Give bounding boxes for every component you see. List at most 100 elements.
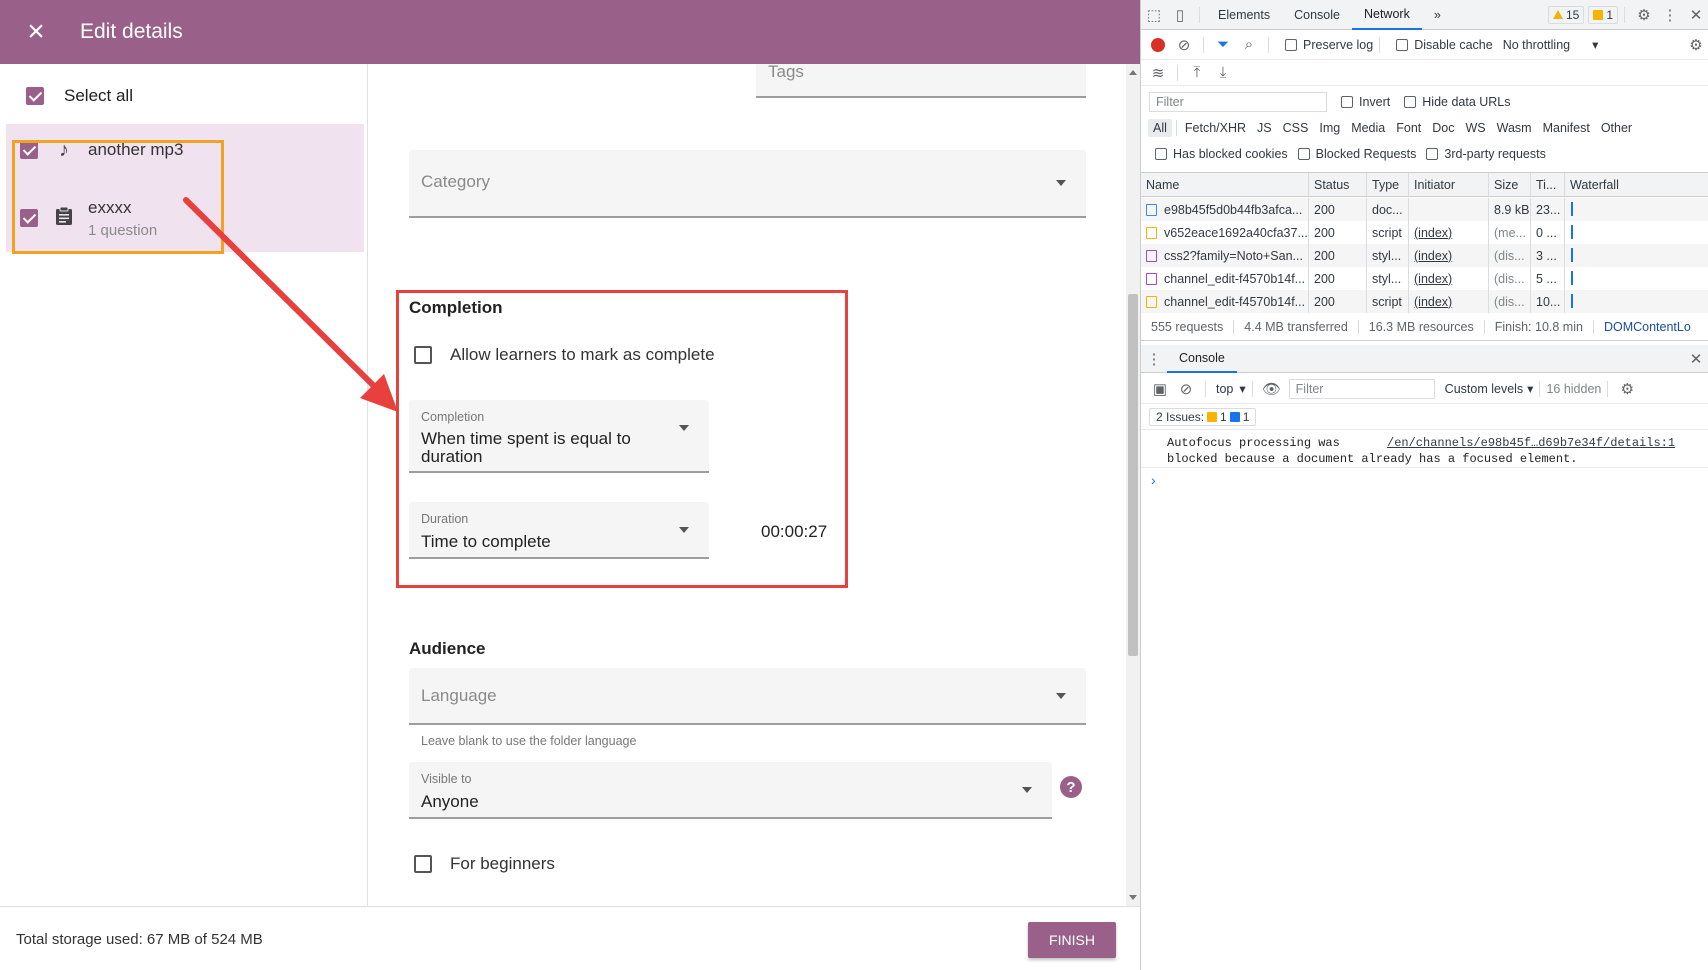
transferred-size: 4.4 MB transferred [1244,319,1348,334]
request-initiator[interactable]: (index) [1409,290,1489,313]
invert-checkbox[interactable]: Invert [1341,95,1390,109]
type-filter-other[interactable]: Other [1596,119,1637,137]
network-filter-input[interactable]: Filter [1149,92,1327,112]
column-header-initiator[interactable]: Initiator [1409,173,1489,196]
request-name-text: channel_edit-f4570b14f... [1164,294,1306,309]
network-settings-gear-icon[interactable]: ⚙ [1683,33,1708,57]
select-all-checkbox[interactable] [26,87,44,105]
tab-elements[interactable]: Elements [1206,0,1282,30]
allow-learners-checkbox[interactable] [414,346,432,364]
request-type-text: doc... [1372,202,1403,217]
scroll-down-icon[interactable] [1129,895,1137,900]
tab-console[interactable]: Console [1282,0,1352,30]
clear-icon[interactable]: ⊘ [1171,33,1197,57]
chevron-down-icon [1056,692,1066,699]
tags-field[interactable]: Tags [756,64,1086,98]
network-conditions-icon[interactable]: ≋ [1145,61,1171,85]
more-tabs-icon[interactable]: » [1422,0,1453,30]
sidebar-toggle-icon[interactable]: ▣ [1147,377,1173,401]
type-filter-img[interactable]: Img [1314,119,1345,137]
visible-to-label: Visible to [421,772,472,786]
column-header-status[interactable]: Status [1309,173,1367,196]
warnings-badge[interactable]: 15 [1547,5,1585,24]
completion-select[interactable]: Completion When time spent is equal to d… [409,400,709,473]
filter-row: Filter Invert Hide data URLs [1141,90,1708,114]
console-prompt[interactable]: › [1151,472,1156,488]
console-message-source-link[interactable]: /en/channels/e98b45f…d69b7e34f/details:1 [1387,436,1675,450]
third-party-checkbox[interactable]: 3rd-party requests [1426,147,1546,161]
for-beginners-checkbox[interactable] [414,855,432,873]
column-header-size[interactable]: Size [1489,173,1531,196]
select-all-row[interactable]: Select all [26,86,133,106]
type-filter-font[interactable]: Font [1391,119,1426,137]
issues-badge[interactable]: 1 [1588,5,1618,24]
help-icon[interactable]: ? [1060,776,1082,798]
console-filter-input[interactable]: Filter [1288,378,1435,399]
drawer-tab-console[interactable]: Console [1167,345,1237,373]
record-icon[interactable] [1145,33,1171,57]
disable-cache-checkbox[interactable]: Disable cache [1396,38,1493,52]
type-filter-ws[interactable]: WS [1460,119,1490,137]
device-toolbar-icon[interactable]: ▯ [1167,3,1193,27]
scroll-up-icon[interactable] [1129,70,1137,75]
type-filter-wasm[interactable]: Wasm [1492,119,1537,137]
preserve-log-checkbox[interactable]: Preserve log [1285,38,1373,52]
column-header-name[interactable]: Name [1141,173,1309,196]
type-filter-media[interactable]: Media [1346,119,1390,137]
type-filter-fetch[interactable]: Fetch/XHR [1180,119,1251,137]
type-filter-css[interactable]: CSS [1278,119,1314,137]
column-header-time[interactable]: Ti... [1531,173,1565,196]
table-row[interactable]: css2?family=Noto+San... 200 styl... (index)… [1141,244,1708,267]
export-har-icon[interactable]: ⤓ [1210,61,1236,85]
drawer-menu-icon[interactable]: ⋮ [1141,347,1167,371]
table-row[interactable]: e98b45f5d0b44fb3afca... 200 doc... 8.9 kB 23… [1141,198,1708,221]
type-filter-manifest[interactable]: Manifest [1538,119,1595,137]
request-time-text: 0 ... [1536,225,1557,240]
context-select[interactable]: top [1216,382,1233,396]
finish-time: Finish: 10.8 min [1494,319,1583,334]
table-row[interactable]: v652eace1692a40cfa37... 200 script (index) (… [1141,221,1708,244]
duration-select[interactable]: Duration Time to complete [409,502,709,559]
close-icon[interactable]: ✕ [1683,3,1708,27]
log-levels-select[interactable]: Custom levels [1445,382,1524,396]
request-initiator[interactable]: (index) [1409,267,1489,290]
form-scrollbar[interactable] [1126,64,1140,906]
eye-icon[interactable]: 👁 [1259,377,1285,401]
clear-console-icon[interactable]: ⊘ [1173,377,1199,401]
close-icon[interactable]: × [0,0,72,64]
drawer-tab-bar: ⋮ Console ✕ [1141,345,1708,373]
type-filter-js[interactable]: JS [1252,119,1277,137]
request-initiator[interactable] [1409,198,1489,221]
type-filter-all[interactable]: All [1148,119,1172,137]
scroll-thumb[interactable] [1128,294,1138,656]
visible-to-select[interactable]: Visible to Anyone [409,762,1052,819]
has-blocked-cookies-checkbox[interactable]: Has blocked cookies [1155,147,1288,161]
column-header-waterfall[interactable]: Waterfall [1565,173,1708,196]
table-row[interactable]: channel_edit-f4570b14f... 200 styl... (inde… [1141,267,1708,290]
language-select[interactable]: Language [409,668,1086,725]
hide-data-urls-checkbox[interactable]: Hide data URLs [1404,95,1511,109]
resource-type-filters: All Fetch/XHR JS CSS Img Media Font Doc … [1141,116,1708,140]
search-icon[interactable]: ⌕ [1236,33,1262,57]
category-select[interactable]: Category [409,150,1086,218]
allow-learners-row[interactable]: Allow learners to mark as complete [414,345,715,365]
request-initiator[interactable]: (index) [1409,221,1489,244]
request-initiator[interactable]: (index) [1409,244,1489,267]
throttling-select[interactable]: No throttling [1503,38,1570,52]
blocked-requests-checkbox[interactable]: Blocked Requests [1297,147,1416,161]
close-drawer-icon[interactable]: ✕ [1683,347,1708,371]
column-header-type[interactable]: Type [1367,173,1409,196]
table-row[interactable]: channel_edit-f4570b14f... 200 script (index… [1141,290,1708,313]
issues-summary-button[interactable]: 2 Issues: 1 1 [1149,407,1257,426]
filter-icon[interactable]: ⏷ [1210,33,1236,57]
tab-network[interactable]: Network [1351,0,1422,30]
finish-button[interactable]: FINISH [1028,922,1116,958]
inspect-element-icon[interactable]: ⬚ [1141,3,1167,27]
for-beginners-row[interactable]: For beginners [414,854,555,874]
type-filter-doc[interactable]: Doc [1427,119,1459,137]
kebab-menu-icon[interactable]: ⋮ [1657,3,1683,27]
gear-icon[interactable]: ⚙ [1631,3,1657,27]
import-har-icon[interactable]: ⤒ [1184,61,1210,85]
request-time-text: 3 ... [1536,248,1557,263]
console-settings-gear-icon[interactable]: ⚙ [1614,377,1640,401]
